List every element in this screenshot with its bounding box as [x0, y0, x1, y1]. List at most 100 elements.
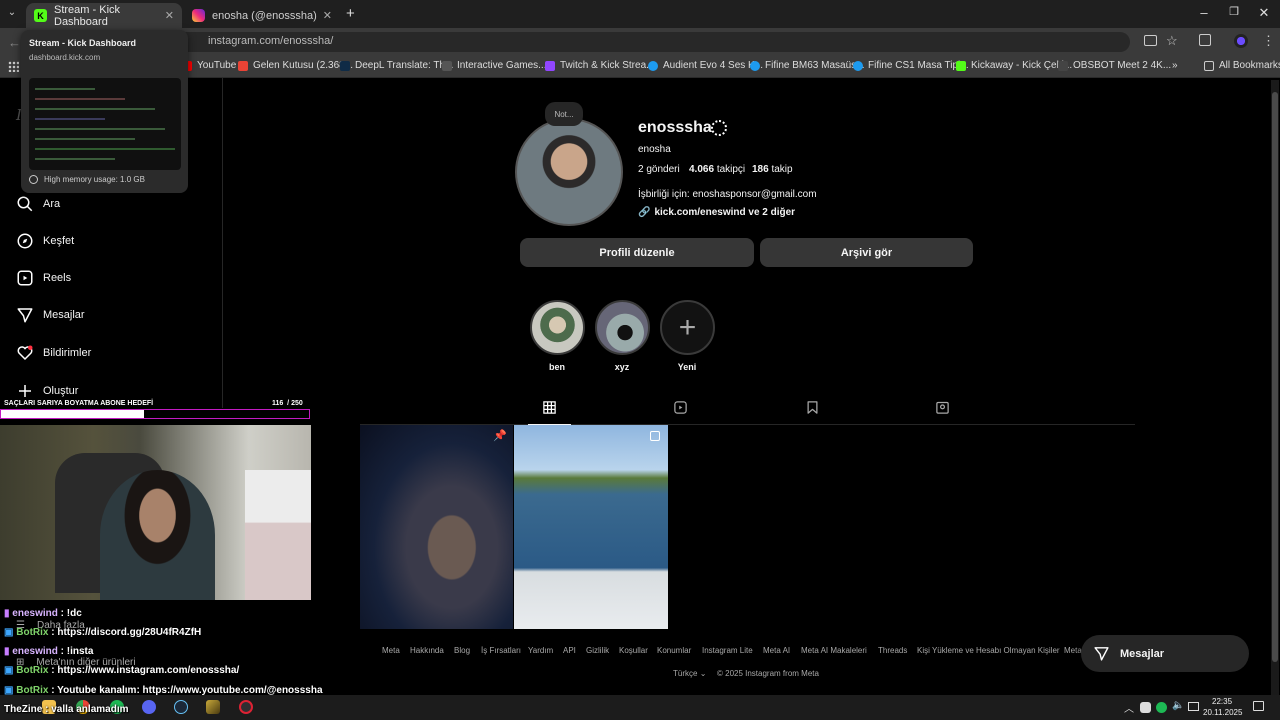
clock-date[interactable]: 20.11.2025 [1203, 708, 1242, 717]
bookmarks-overflow-icon[interactable]: » [1172, 60, 1178, 71]
edit-profile-button[interactable]: Profili düzenle [520, 238, 754, 267]
notifications-icon[interactable] [1253, 701, 1264, 711]
all-bookmarks[interactable]: All Bookmarks [1204, 60, 1280, 71]
bookmark-icon [807, 401, 818, 414]
instagram-favicon-icon [192, 9, 205, 22]
chat-message: ▮ eneswind : !dc [4, 608, 82, 619]
bookmark-interactive-games[interactable]: Interactive Games... [442, 60, 546, 71]
back-button[interactable]: ← [8, 35, 21, 50]
tab-kick-dashboard[interactable]: K Stream - Kick Dashboard ✕ [26, 3, 182, 28]
address-bar[interactable]: instagram.com/enosssha/ [120, 32, 1130, 52]
profile-avatar[interactable] [515, 118, 623, 226]
sidebar-item-reels[interactable]: Reels [16, 269, 71, 287]
footer-link[interactable]: İş Fırsatları [481, 646, 521, 655]
footer-link[interactable]: Threads [878, 646, 907, 655]
highlight-new[interactable]: + [660, 300, 715, 355]
grid-icon [543, 401, 556, 414]
verified-icon [853, 60, 863, 71]
sidebar-item-explore[interactable]: Keşfet [16, 232, 74, 250]
footer-link[interactable]: Meta [382, 646, 400, 655]
view-archive-button[interactable]: Arşivi gör [760, 238, 973, 267]
sidebar-item-search[interactable]: Ara [16, 195, 60, 213]
bookmark-youtube[interactable]: YouTube [182, 60, 236, 71]
tab-instagram[interactable]: enosha (@enosssha) • Instagram ✕ [184, 3, 340, 28]
sidebar-item-messages[interactable]: Mesajlar [16, 306, 85, 324]
goal-progress-text: 116 / 250 [272, 400, 303, 407]
volume-icon[interactable]: 🔈 [1172, 700, 1184, 711]
footer-link[interactable]: Meta AI [763, 646, 790, 655]
chat-message: TheZine : valla anlamadım [4, 704, 129, 715]
pin-icon: 📌 [493, 430, 507, 442]
bookmark-star-icon[interactable]: ☆ [1166, 33, 1178, 49]
discord-icon[interactable] [142, 700, 156, 714]
language-selector[interactable]: Türkçe ⌄ [673, 669, 706, 678]
sidebar-item-label: Reels [43, 272, 72, 284]
restore-button[interactable]: ❐ [1224, 5, 1244, 21]
menu-kebab-icon[interactable]: ⋮ [1262, 33, 1275, 49]
close-tab-icon[interactable]: ✕ [323, 9, 332, 22]
bookmark-deepl[interactable]: DeepL Translate: Th... [340, 60, 453, 71]
posts-count: 2 gönderi [638, 164, 680, 175]
followers-link[interactable]: 4.066 takipçi [689, 164, 745, 175]
network-icon[interactable] [1188, 702, 1199, 711]
footer-link[interactable]: Instagram Lite [702, 646, 753, 655]
bookmark-fifine-cs1[interactable]: Fifine CS1 Masa Tipi... [853, 60, 969, 71]
highlight-label: Yeni [677, 362, 697, 372]
install-app-icon[interactable] [1144, 35, 1157, 46]
footer-link[interactable]: Hakkında [410, 646, 444, 655]
close-tab-icon[interactable]: ✕ [165, 9, 174, 22]
app-icon[interactable] [206, 700, 220, 714]
tray-chevron-icon[interactable]: ︿ [1124, 700, 1134, 715]
tooltip-title: Stream - Kick Dashboard [29, 38, 137, 48]
webcam-feed [0, 425, 311, 600]
footer-link[interactable]: Koşullar [619, 646, 648, 655]
footer-link[interactable]: Konumlar [657, 646, 691, 655]
footer-link[interactable]: Yardım [528, 646, 553, 655]
sidebar-item-notifications[interactable]: Bildirimler [16, 344, 91, 362]
footer-link[interactable]: Meta AI Makaleleri [801, 646, 867, 655]
note-bubble[interactable]: Not... [545, 102, 583, 126]
tab-tagged[interactable] [935, 400, 950, 420]
folder-icon [1204, 60, 1214, 71]
close-window-button[interactable]: ✕ [1254, 5, 1274, 21]
bookmark-kickaway[interactable]: Kickaway - Kick Çeki... [956, 60, 1072, 71]
highlight-xyz[interactable] [595, 300, 650, 355]
bookmark-twitch-kick[interactable]: Twitch & Kick Strea... [545, 60, 654, 71]
extensions-icon[interactable] [1199, 34, 1211, 46]
tab-reels[interactable] [673, 400, 688, 420]
post-thumbnail-2[interactable] [514, 425, 668, 629]
scrollbar-thumb[interactable] [1272, 92, 1278, 662]
tab-list-dropdown[interactable]: ⌄ [5, 7, 19, 21]
settings-gear-icon[interactable] [711, 120, 727, 136]
bookmark-fifine-bm63[interactable]: Fifine BM63 Masaüs... [750, 60, 864, 71]
bookmark-obsbot[interactable]: OBSBOT Meet 2 4K... [1058, 60, 1171, 71]
footer-link[interactable]: Meta [1064, 646, 1082, 655]
footer-link[interactable]: API [563, 646, 576, 655]
copyright: © 2025 Instagram from Meta [717, 669, 819, 678]
footer-link[interactable]: Kişi Yükleme ve Hesabı Olmayan Kişiler [917, 646, 1060, 655]
post-thumbnail-1[interactable]: 📌 [360, 425, 513, 629]
profile-avatar-icon[interactable] [1234, 34, 1248, 48]
footer-link[interactable]: Gizlilik [586, 646, 609, 655]
goal-progress-bar [0, 409, 310, 419]
tab-posts[interactable] [528, 396, 571, 425]
minimize-button[interactable]: – [1194, 5, 1214, 21]
highlight-ben[interactable] [530, 300, 585, 355]
bookmark-audient[interactable]: Audient Evo 4 Ses K... [648, 60, 763, 71]
messages-float-button[interactable]: Mesajlar [1081, 635, 1249, 672]
profile-link[interactable]: 🔗 kick.com/eneswind ve 2 diğer [638, 207, 795, 218]
following-link[interactable]: 186 takip [752, 164, 793, 175]
bot-badge-icon: ▣ [4, 665, 14, 676]
clock-time[interactable]: 22:35 [1212, 697, 1232, 706]
spotify-tray-icon[interactable] [1156, 702, 1167, 713]
new-tab-button[interactable]: + [346, 5, 355, 22]
obs-icon[interactable] [239, 700, 253, 714]
apps-grid-icon[interactable] [8, 61, 19, 72]
discord-tray-icon[interactable] [1140, 702, 1151, 713]
page-scrollbar[interactable] [1271, 80, 1279, 695]
footer-link[interactable]: Blog [454, 646, 470, 655]
streamer [100, 470, 215, 600]
tab-saved[interactable] [805, 400, 820, 420]
steam-icon[interactable] [174, 700, 188, 714]
bookmark-gmail[interactable]: Gelen Kutusu (2.368... [238, 60, 353, 71]
